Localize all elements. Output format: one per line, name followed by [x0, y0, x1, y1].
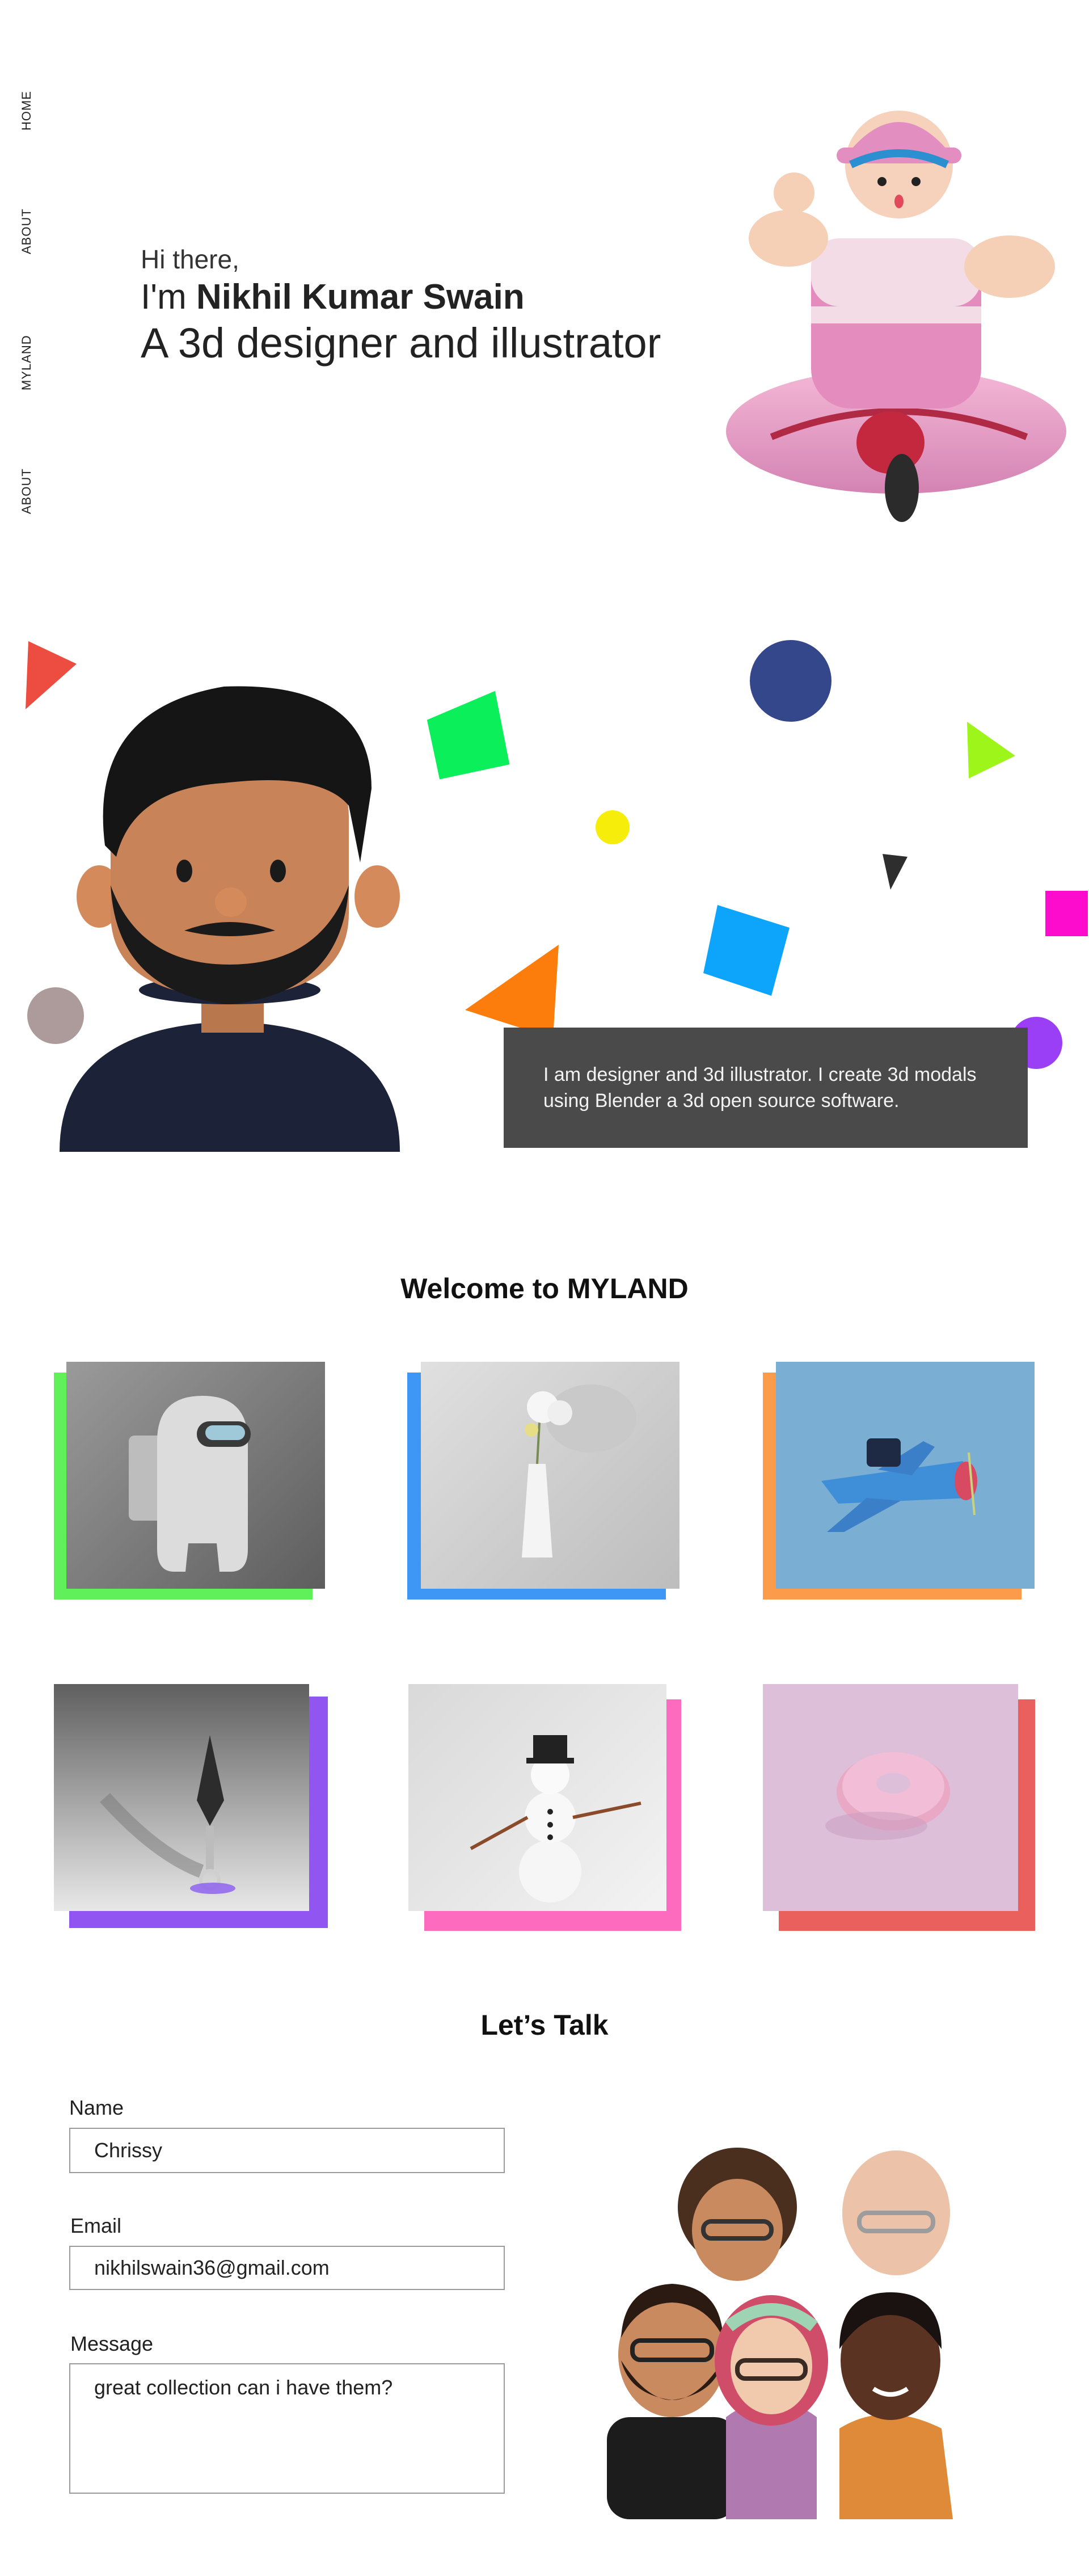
gallery-tile-toy-airplane[interactable]: [776, 1362, 1035, 1589]
donut-image: [825, 1752, 950, 1840]
flower-vase-image: [522, 1384, 636, 1558]
hero-name: I'm Nikhil Kumar Swain: [141, 277, 525, 317]
hero-role: A 3d designer and illustrator: [141, 319, 661, 367]
name-field[interactable]: [69, 2128, 505, 2173]
kunai-image: [100, 1735, 235, 1894]
hero-greeting: Hi there,: [141, 245, 239, 274]
magenta-square-shape: [1045, 891, 1088, 936]
name-label: Name: [69, 2096, 124, 2119]
gallery-tile-donut[interactable]: [763, 1684, 1018, 1911]
blue-square-shape: [703, 905, 790, 996]
gallery-tile-kunai[interactable]: [54, 1684, 309, 1911]
email-label: Email: [70, 2214, 122, 2237]
snowman-image: [470, 1735, 641, 1902]
gallery-title: Welcome to MYLAND: [400, 1273, 689, 1304]
toy-airplane-image: [821, 1438, 977, 1532]
among-us-figure-image: [129, 1396, 251, 1572]
contact-title: Let’s Talk: [480, 2009, 609, 2041]
hero-character-illustration: [726, 111, 1066, 522]
orange-triangle-shape: [465, 945, 559, 1038]
message-field[interactable]: great collection can i have them?: [69, 2363, 505, 2494]
nav-about[interactable]: ABOUT: [19, 208, 34, 254]
gallery-tile-flower-vase[interactable]: [421, 1362, 679, 1589]
dark-triangle-shape: [883, 854, 907, 890]
hero-name-prefix: I'm: [141, 277, 196, 317]
nav-myland[interactable]: MYLAND: [19, 335, 34, 390]
bearded-avatar-illustration: [60, 686, 400, 1152]
about-text-box: I am designer and 3d illustrator. I crea…: [504, 1028, 1028, 1148]
email-field[interactable]: [69, 2246, 505, 2290]
yellow-circle-shape: [596, 810, 630, 844]
lime-triangle-shape: [967, 722, 1015, 778]
gallery-tile-snowman[interactable]: [408, 1684, 666, 1911]
hero-name-bold: Nikhil Kumar Swain: [196, 277, 525, 317]
green-square-shape: [427, 691, 510, 780]
navy-circle-shape: [750, 640, 831, 722]
gallery-tile-among-us[interactable]: [66, 1362, 325, 1589]
message-label: Message: [70, 2332, 154, 2355]
group-avatars-illustration: [607, 2148, 953, 2519]
nav-home[interactable]: HOME: [19, 91, 34, 131]
nav-about-2[interactable]: ABOUT: [19, 468, 34, 514]
